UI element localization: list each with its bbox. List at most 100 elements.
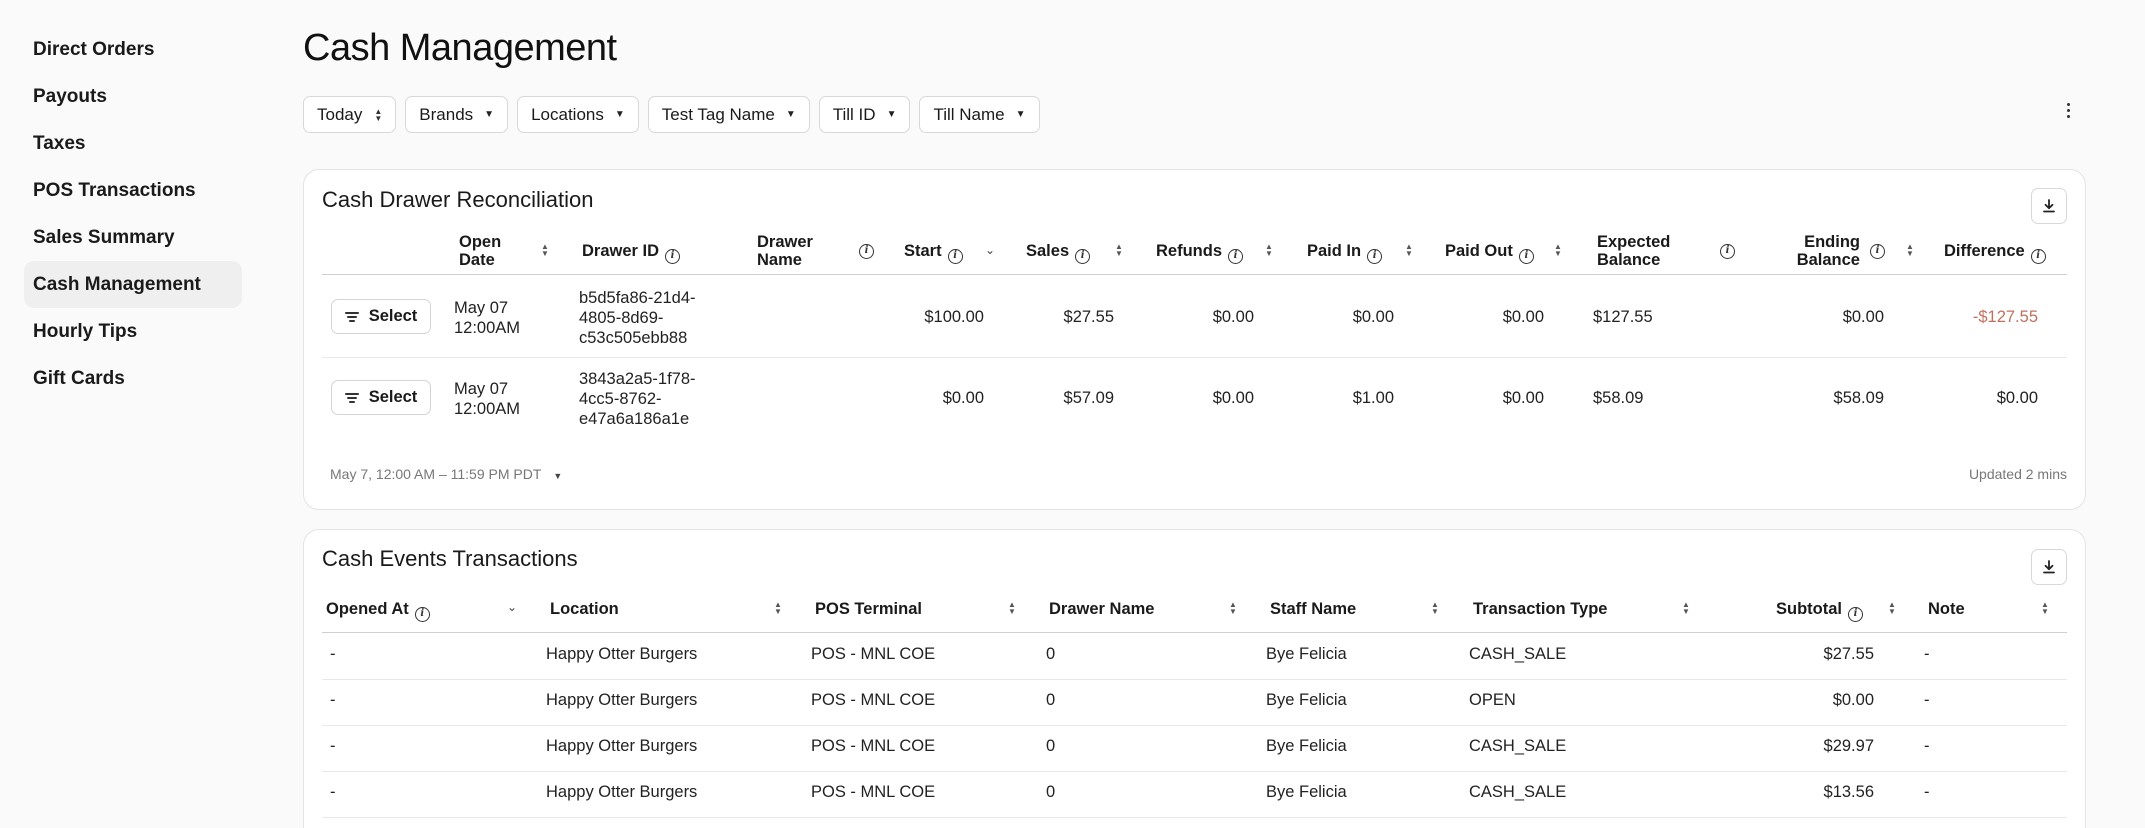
select-button[interactable]: Select [331,380,431,415]
download-button[interactable] [2031,549,2067,585]
filter-bar: Today ▲ ▼ Brands ▼ Locations ▼ Test Tag N… [303,96,1040,133]
cell-text: 4805-8d69- [579,309,664,327]
row-divider [322,771,2067,772]
sort-icon[interactable]: ▲ ▼ [1115,243,1123,258]
sidebar-item-sales-summary[interactable]: Sales Summary [24,214,242,261]
staff-name-cell: Bye Felicia [1266,645,1347,663]
sort-icon[interactable]: ▲ ▼ [1008,601,1016,616]
header-text: Sales [1026,242,1070,260]
filter-locations[interactable]: Locations ▼ [517,96,639,133]
chevron-down-icon[interactable]: ⌄ [985,243,995,257]
sidebar-item-gift-cards[interactable]: Gift Cards [24,355,242,402]
filter-brands-label: Brands [419,104,474,124]
pos-terminal-cell: POS - MNL COE [811,645,936,663]
download-button[interactable] [2031,188,2067,224]
filter-till-id[interactable]: Till ID ▼ [818,96,911,133]
sort-icon[interactable]: ▲ ▼ [1554,243,1562,258]
filter-brands[interactable]: Brands ▼ [405,96,509,133]
filter-till-id-label: Till ID [832,104,876,124]
filter-date[interactable]: Today ▲ ▼ [303,96,397,133]
sort-icon[interactable]: ▲ ▼ [1229,601,1237,616]
note-cell: - [1924,783,1930,801]
more-options-icon[interactable] [2063,103,2073,118]
sidebar-item-payouts[interactable]: Payouts [24,73,242,120]
sort-icon[interactable]: ▲ ▼ [1431,601,1439,616]
sort-icon[interactable]: ▲ ▼ [774,601,782,616]
opened-at-cell: - [330,691,336,709]
drawer-name-cell: 0 [1046,783,1056,801]
info-icon[interactable]: i [859,244,874,259]
col-location: Location [550,600,619,618]
info-icon[interactable]: i [1075,249,1091,264]
sidebar-item-cash-management[interactable]: Cash Management [24,261,242,308]
sort-icon[interactable]: ▲ ▼ [1906,243,1914,258]
info-icon[interactable]: i [1720,244,1735,259]
col-ending-balance: Ending Balance [1790,233,1860,269]
cell-text: 3843a2a5-1f78- [579,370,696,388]
header-text: Expected [1597,233,1671,251]
caret-down-icon: ▼ [1015,109,1026,120]
col-start: Start i [904,242,963,264]
filter-test-tag[interactable]: Test Tag Name ▼ [647,96,810,133]
download-icon [2043,560,2055,574]
difference-cell: -$127.55 [1972,308,2038,326]
start-cell: $0.00 [942,389,984,407]
date-range-dropdown[interactable]: May 7, 12:00 AM – 11:59 PM PDT ▼ [330,466,562,482]
note-cell: - [1924,691,1930,709]
cell-text: e47a6a186a1e [579,410,690,428]
info-icon[interactable]: i [665,249,681,264]
row-divider [322,357,2067,358]
sort-icon[interactable]: ▲ ▼ [541,243,549,258]
header-text: Subtotal [1776,600,1842,618]
info-icon[interactable]: i [1367,249,1383,264]
drawer-name-cell: 0 [1046,691,1056,709]
difference-cell: $0.00 [1996,389,2038,407]
sidebar: Direct Orders Payouts Taxes POS Transact… [24,26,242,402]
staff-name-cell: Bye Felicia [1266,783,1347,801]
sidebar-item-direct-orders[interactable]: Direct Orders [24,26,242,73]
date-range-label: May 7, 12:00 AM – 11:59 PM PDT [330,466,542,482]
refunds-cell: $0.00 [1212,389,1254,407]
header-text: Paid In [1307,242,1362,260]
cell-text: May 07 [454,380,509,398]
cell-text: 12:00AM [454,400,521,418]
header-text: Refunds [1156,242,1222,260]
header-text: Drawer ID [582,242,660,260]
updated-status: Updated 2 mins [1968,466,2067,482]
select-button[interactable]: Select [331,299,431,334]
paid-out-cell: $0.00 [1502,308,1544,326]
col-expected-balance: Expected Balance [1597,233,1670,269]
filter-till-name[interactable]: Till Name ▼ [919,96,1040,133]
sort-icon[interactable]: ▲ ▼ [1405,243,1413,258]
info-icon[interactable]: i [947,249,963,264]
info-icon[interactable]: i [1518,249,1534,264]
chevron-down-icon[interactable]: ⌄ [507,600,517,614]
caret-down-icon: ▼ [553,471,563,481]
sort-icon[interactable]: ▲ ▼ [1682,601,1690,616]
ending-balance-cell: $58.09 [1833,389,1884,407]
info-icon[interactable]: i [414,607,430,622]
sidebar-item-pos-transactions[interactable]: POS Transactions [24,167,242,214]
location-cell: Happy Otter Burgers [546,645,698,663]
cell-text: May 07 [454,299,509,317]
sort-icon[interactable]: ▲ ▼ [1265,243,1273,258]
info-icon[interactable]: i [1870,244,1885,259]
transaction-type-cell: CASH_SALE [1469,645,1567,663]
info-icon[interactable]: i [1848,607,1863,622]
info-icon[interactable]: i [2030,249,2046,264]
info-icon[interactable]: i [1228,249,1243,264]
row-divider [322,725,2067,726]
col-refunds: Refunds i [1156,242,1243,264]
sidebar-item-hourly-tips[interactable]: Hourly Tips [24,308,242,355]
col-note: Note [1928,600,1965,618]
sidebar-item-taxes[interactable]: Taxes [24,120,242,167]
header-text: Date [459,251,495,269]
sort-icon[interactable]: ▲ ▼ [1888,601,1896,616]
subtotal-cell: $0.00 [1832,691,1874,709]
drawer-name-cell: 0 [1046,645,1056,663]
col-drawer-name: Drawer Name [1049,600,1155,618]
col-paid-in: Paid In i [1307,242,1383,264]
sort-icon[interactable]: ▲ ▼ [2041,601,2049,616]
header-text: Open [459,233,502,251]
col-drawer-id: Drawer ID i [582,242,681,264]
